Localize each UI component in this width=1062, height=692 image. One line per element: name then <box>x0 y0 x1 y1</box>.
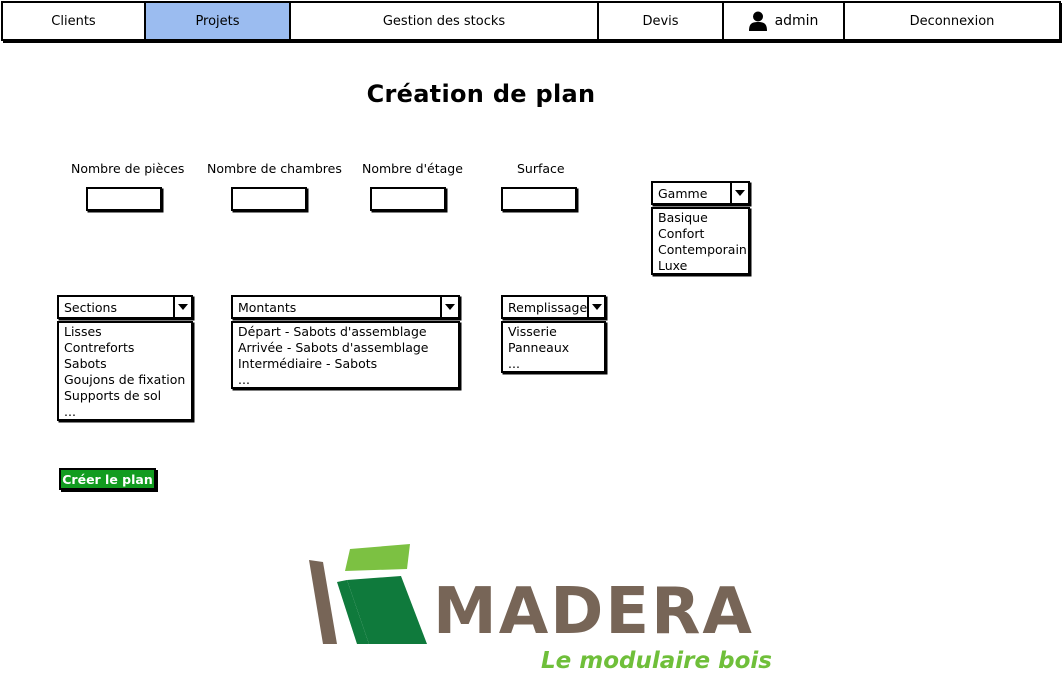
sections-select[interactable]: Sections <box>57 295 193 319</box>
montants-option[interactable]: ... <box>238 372 458 388</box>
madera-logo-mark <box>309 544 427 644</box>
nav-projets[interactable]: Projets <box>146 3 291 39</box>
chevron-down-icon <box>735 190 745 196</box>
montants-option[interactable]: Intermédiaire - Sabots <box>238 356 458 372</box>
create-plan-button[interactable]: Créer le plan <box>59 468 156 490</box>
user-name: admin <box>774 13 819 29</box>
nav-deconnexion-label: Deconnexion <box>909 13 995 29</box>
nav-clients[interactable]: Clients <box>3 3 146 39</box>
sections-dropdown-button[interactable] <box>173 297 191 317</box>
surface-input[interactable] <box>501 187 577 211</box>
sections-options: Lisses Contreforts Sabots Goujons de fix… <box>57 321 193 421</box>
gamme-option[interactable]: Basique <box>658 210 748 226</box>
etage-input[interactable] <box>370 187 446 211</box>
sections-option[interactable]: Contreforts <box>64 340 191 356</box>
remplissage-options: Visserie Panneaux ... <box>501 321 606 373</box>
nav-devis-label: Devis <box>642 13 679 29</box>
gamme-dropdown-button[interactable] <box>730 183 748 203</box>
nav-gestion-stocks-label: Gestion des stocks <box>382 13 506 29</box>
pieces-input[interactable] <box>86 187 162 211</box>
madera-tagline: Le modulaire bois <box>541 648 772 674</box>
remplissage-select[interactable]: Remplissage <box>501 295 606 319</box>
montants-option[interactable]: Arrivée - Sabots d'assemblage <box>238 340 458 356</box>
gamme-option[interactable]: Contemporain <box>658 242 748 258</box>
remplissage-option[interactable]: Panneaux <box>508 340 604 356</box>
sections-option[interactable]: Sabots <box>64 356 191 372</box>
chevron-down-icon <box>445 304 455 310</box>
nav-clients-label: Clients <box>51 13 96 29</box>
nav-devis[interactable]: Devis <box>599 3 724 39</box>
montants-select[interactable]: Montants <box>231 295 460 319</box>
nav-projets-label: Projets <box>195 13 240 29</box>
chambres-label: Nombre de chambres <box>207 161 342 176</box>
remplissage-select-label: Remplissage <box>508 299 588 315</box>
montants-option[interactable]: Départ - Sabots d'assemblage <box>238 324 458 340</box>
surface-label: Surface <box>517 161 565 176</box>
chevron-down-icon <box>591 304 602 310</box>
gamme-select[interactable]: Gamme <box>651 181 750 205</box>
sections-option[interactable]: Goujons de fixation <box>64 372 191 388</box>
nav-gestion-stocks[interactable]: Gestion des stocks <box>291 3 599 39</box>
nav-deconnexion[interactable]: Deconnexion <box>845 3 1059 39</box>
sections-option[interactable]: Lisses <box>64 324 191 340</box>
page-title: Création de plan <box>366 80 596 108</box>
top-nav: Clients Projets Gestion des stocks Devis… <box>1 1 1061 41</box>
gamme-select-label: Gamme <box>658 185 708 201</box>
user-icon <box>748 11 767 31</box>
montants-options: Départ - Sabots d'assemblage Arrivée - S… <box>231 321 460 389</box>
madera-wordmark: MADERA <box>433 575 754 649</box>
nav-user[interactable]: admin <box>724 3 845 39</box>
chevron-down-icon <box>178 304 188 310</box>
remplissage-dropdown-button[interactable] <box>587 297 604 317</box>
sections-option[interactable]: ... <box>64 404 191 420</box>
sections-option[interactable]: Supports de sol <box>64 388 191 404</box>
pieces-label: Nombre de pièces <box>71 161 185 176</box>
gamme-option[interactable]: Confort <box>658 226 748 242</box>
montants-dropdown-button[interactable] <box>440 297 458 317</box>
remplissage-option[interactable]: ... <box>508 356 604 372</box>
gamme-options: Basique Confort Contemporain Luxe <box>651 207 750 275</box>
gamme-option[interactable]: Luxe <box>658 258 748 274</box>
etage-label: Nombre d'étage <box>362 161 463 176</box>
sections-select-label: Sections <box>64 299 117 315</box>
madera-logo: MADERA Le modulaire bois <box>305 540 775 680</box>
montants-select-label: Montants <box>238 299 297 315</box>
chambres-input[interactable] <box>231 187 307 211</box>
remplissage-option[interactable]: Visserie <box>508 324 604 340</box>
